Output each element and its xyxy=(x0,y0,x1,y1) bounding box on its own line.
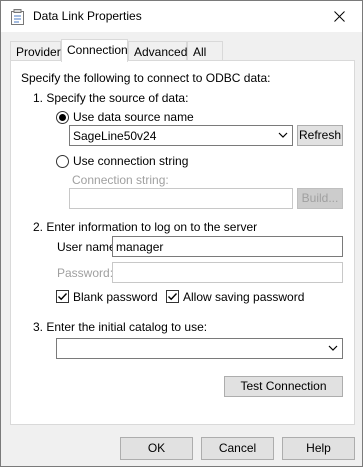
ok-button[interactable]: OK xyxy=(120,437,193,460)
intro-text: Specify the following to connect to ODBC… xyxy=(21,71,271,85)
refresh-button[interactable]: Refresh xyxy=(297,125,343,146)
blank-password-label[interactable]: Blank password xyxy=(73,290,158,304)
tab-connection[interactable]: Connection xyxy=(61,39,128,62)
cancel-button[interactable]: Cancel xyxy=(201,437,274,460)
use-connstr-radio[interactable] xyxy=(56,155,69,168)
username-label: User name: xyxy=(57,240,120,254)
username-value: manager xyxy=(116,240,164,254)
step2-heading: 2. Enter information to log on to the se… xyxy=(33,220,258,234)
window-title: Data Link Properties xyxy=(33,9,142,23)
connection-panel: Specify the following to connect to ODBC… xyxy=(10,60,355,425)
connstr-input[interactable] xyxy=(69,188,293,209)
build-button[interactable]: Build... xyxy=(297,188,343,209)
title-bar: Data Link Properties xyxy=(1,1,362,32)
allow-saving-label[interactable]: Allow saving password xyxy=(183,290,304,304)
password-input[interactable] xyxy=(112,262,343,283)
chevron-down-icon xyxy=(278,132,288,138)
step1-heading: 1. Specify the source of data: xyxy=(33,91,189,105)
tab-advanced[interactable]: Advanced xyxy=(128,41,187,61)
help-button[interactable]: Help xyxy=(282,437,355,460)
tab-all[interactable]: All xyxy=(187,41,223,61)
dsn-value: SageLine50v24 xyxy=(73,129,157,143)
data-link-icon xyxy=(11,9,24,25)
use-dsn-label[interactable]: Use data source name xyxy=(73,110,194,124)
close-icon xyxy=(333,11,345,22)
test-connection-button[interactable]: Test Connection xyxy=(224,376,343,397)
checkmark-icon xyxy=(168,293,178,301)
password-label: Password: xyxy=(57,266,114,280)
connstr-label: Connection string: xyxy=(72,173,169,187)
chevron-down-icon xyxy=(328,345,338,351)
tab-strip: Provider Connection Advanced All xyxy=(10,39,355,62)
blank-password-checkbox[interactable] xyxy=(56,290,69,303)
catalog-combo[interactable] xyxy=(56,338,343,359)
allow-saving-checkbox[interactable] xyxy=(166,290,179,303)
checkmark-icon xyxy=(58,293,68,301)
step3-heading: 3. Enter the initial catalog to use: xyxy=(33,320,208,334)
username-input[interactable]: manager xyxy=(112,236,343,257)
use-dsn-radio[interactable] xyxy=(56,111,69,124)
use-connstr-label[interactable]: Use connection string xyxy=(73,154,188,168)
dialog-window: Data Link Properties Provider Connection… xyxy=(0,0,363,467)
dsn-combo[interactable]: SageLine50v24 xyxy=(69,125,293,146)
close-button[interactable] xyxy=(316,1,362,32)
tab-provider[interactable]: Provider xyxy=(10,41,61,61)
